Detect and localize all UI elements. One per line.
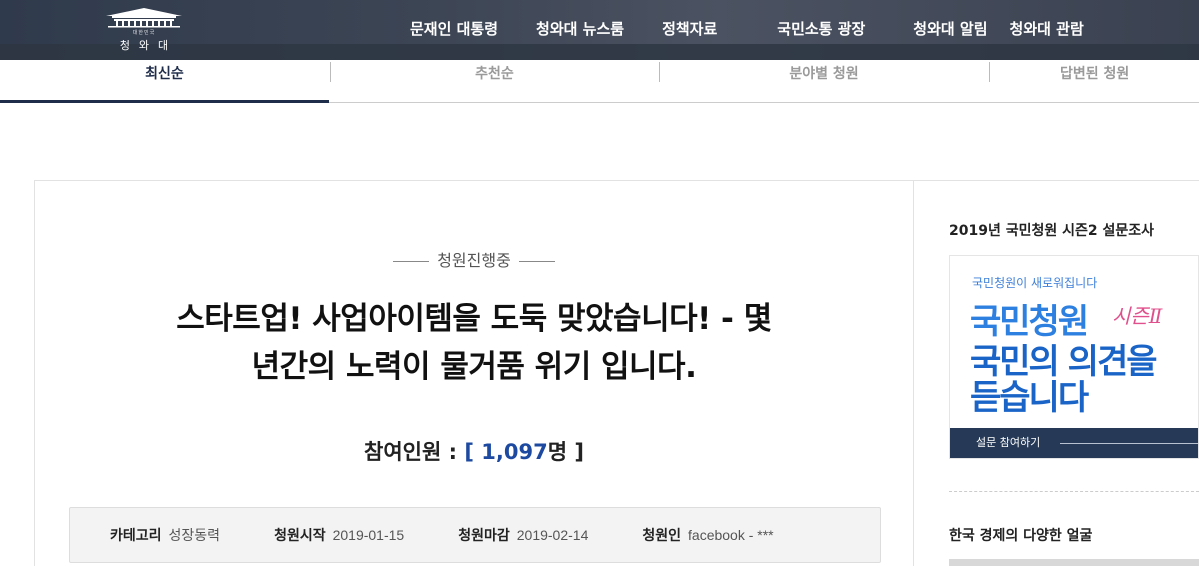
logo-name: 청와대 xyxy=(119,39,178,52)
info-author: 청원인 facebook - *** xyxy=(642,525,773,545)
cta-line xyxy=(1060,443,1198,444)
category-value: 성장동력 xyxy=(168,527,221,543)
sidebar-divider xyxy=(949,491,1199,492)
petition-info-box: 카테고리 성장동력 청원시작 2019-01-15 청원마감 2019-02-14 청… xyxy=(69,507,881,563)
survey-participate-button[interactable]: 설문 참여하기 xyxy=(950,428,1198,458)
count-bracket-open: [ xyxy=(464,440,474,464)
petition-status: 청원진행중 xyxy=(35,247,913,271)
end-label: 청원마감 xyxy=(458,528,510,544)
main-nav: 문재인 대통령 청와대 뉴스룸 정책자료 국민소통 광장 청와대 알림 청와대 … xyxy=(410,18,1084,39)
info-start-date: 청원시작 2019-01-15 xyxy=(274,525,404,545)
survey-banner[interactable]: 국민청원이 새로워집니다 국민청원 시즌Ⅱ 국민의 의견을 듣습니다 설문 참여… xyxy=(949,255,1199,459)
blue-house-logo-icon xyxy=(106,8,182,28)
start-value: 2019-01-15 xyxy=(332,527,405,543)
nav-newsroom[interactable]: 청와대 뉴스룸 xyxy=(536,18,624,39)
right-sidebar: 2019년 국민청원 시즌2 설문조사 국민청원이 새로워집니다 국민청원 시즌… xyxy=(914,180,1199,566)
banner-subtitle: 국민청원이 새로워집니다 xyxy=(972,276,1098,290)
info-end-date: 청원마감 2019-02-14 xyxy=(458,525,588,545)
tab-divider xyxy=(989,62,990,82)
petition-title: 스타트업! 사업아이템을 도둑 맞았습니다! - 몇 년간의 노력이 물거품 위… xyxy=(95,295,853,391)
petition-title-line1: 스타트업! 사업아이템을 도둑 맞았습니다! - 몇 xyxy=(176,301,772,337)
nav-notice[interactable]: 청와대 알림 xyxy=(913,18,987,39)
nav-policy[interactable]: 정책자료 xyxy=(662,18,717,39)
survey-heading: 2019년 국민청원 시즌2 설문조사 xyxy=(949,223,1155,239)
tab-category[interactable]: 분야별 청원 xyxy=(659,60,989,103)
economy-image[interactable] xyxy=(949,559,1199,566)
economy-heading: 한국 경제의 다양한 얼굴 xyxy=(949,528,1093,544)
logo-small-text: 대한민국 xyxy=(132,30,156,36)
end-value: 2019-02-14 xyxy=(516,527,589,543)
petition-sort-tabs: 최신순 추천순 분야별 청원 답변된 청원 xyxy=(0,60,1199,103)
tab-answered[interactable]: 답변된 청원 xyxy=(1060,60,1199,103)
nav-president[interactable]: 문재인 대통령 xyxy=(410,18,498,39)
tab-latest[interactable]: 최신순 xyxy=(0,60,329,103)
count-label: 참여인원 : xyxy=(364,440,458,464)
petition-title-line2: 년간의 노력이 물거품 위기 입니다. xyxy=(251,349,697,385)
count-value: 1,097 xyxy=(481,440,548,464)
participant-count: 참여인원 : [ 1,097명 ] xyxy=(35,436,913,466)
author-label: 청원인 xyxy=(642,528,682,544)
status-label: 청원진행중 xyxy=(437,251,511,270)
tab-recommended[interactable]: 추천순 xyxy=(330,60,659,103)
author-value: facebook - *** xyxy=(688,527,774,543)
banner-line3: 듣습니다 xyxy=(970,378,1089,418)
nav-tour[interactable]: 청와대 관람 xyxy=(1010,18,1084,39)
banner-season: 시즌Ⅱ xyxy=(1112,304,1163,328)
top-header: 대한민국 청와대 문재인 대통령 청와대 뉴스룸 정책자료 국민소통 광장 청와… xyxy=(0,0,1199,60)
start-label: 청원시작 xyxy=(274,528,326,544)
status-line-right xyxy=(518,261,555,262)
nav-communication[interactable]: 국민소통 광장 xyxy=(777,18,865,39)
count-bracket-close: ] xyxy=(574,440,584,464)
status-line-left xyxy=(393,261,430,262)
category-label: 카테고리 xyxy=(110,528,162,544)
cta-label: 설문 참여하기 xyxy=(976,436,1041,449)
count-unit: 명 xyxy=(547,440,568,464)
petition-card: 청원진행중 스타트업! 사업아이템을 도둑 맞았습니다! - 몇 년간의 노력이… xyxy=(34,180,914,566)
info-category: 카테고리 성장동력 xyxy=(110,525,220,545)
site-logo[interactable]: 대한민국 청와대 xyxy=(96,6,192,54)
